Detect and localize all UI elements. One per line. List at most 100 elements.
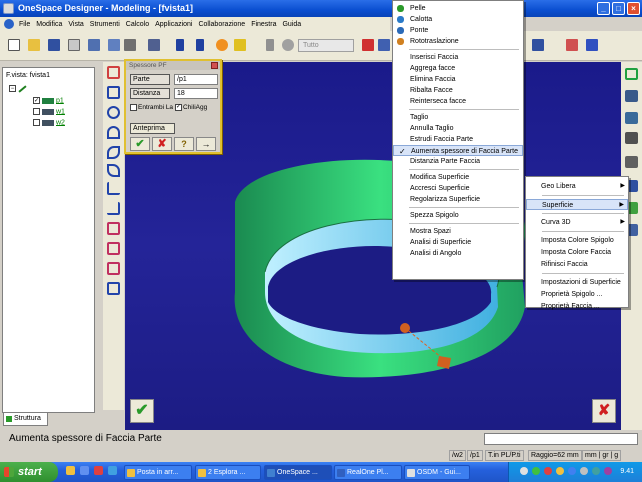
task-osdm[interactable]: OSDM - Gui...: [404, 465, 470, 480]
construction-icon[interactable]: [107, 202, 120, 215]
submenu-item-imposta-colore-faccia[interactable]: Imposta Colore Faccia: [526, 247, 628, 258]
document-icon[interactable]: [68, 39, 80, 51]
maximize-button[interactable]: □: [612, 2, 625, 15]
menu-item-reinterseca-facce[interactable]: Reinterseca facce: [393, 96, 523, 107]
menu-item-calotta[interactable]: Calotta: [393, 14, 523, 25]
help-icon[interactable]: [234, 39, 246, 51]
viewport-cancel-button[interactable]: ✘: [592, 399, 616, 423]
workplane-icon[interactable]: [625, 112, 638, 124]
menu-item-rototraslazione[interactable]: Rototraslazione: [393, 36, 523, 47]
trim-icon[interactable]: [107, 222, 120, 235]
paste-icon[interactable]: [108, 39, 120, 51]
assembly-icon[interactable]: [625, 132, 638, 144]
part-icon[interactable]: [625, 90, 638, 102]
tray-icon[interactable]: [520, 467, 528, 475]
circle-icon[interactable]: [107, 106, 120, 119]
dialog-ok-button[interactable]: ✔: [130, 137, 150, 151]
quicklaunch-icon[interactable]: [80, 466, 89, 475]
menu-item-modifica-superficie[interactable]: Modifica Superficie: [393, 172, 523, 183]
task-esplora[interactable]: 2 Esplora ...: [195, 465, 261, 480]
tray-icon[interactable]: [580, 467, 588, 475]
menu-item-analisi-di-angolo[interactable]: Analisi di Angolo: [393, 248, 523, 259]
cursor-tool-icon[interactable]: [148, 39, 160, 51]
tray-icon[interactable]: [568, 467, 576, 475]
quicklaunch-icon[interactable]: [66, 466, 75, 475]
distanza-button[interactable]: Distanza: [130, 88, 170, 99]
line-icon[interactable]: [566, 39, 578, 51]
submenu-item-superficie[interactable]: Superficie ▶: [526, 199, 628, 210]
select-icon[interactable]: [625, 68, 638, 80]
parte-button[interactable]: Parte: [130, 74, 170, 85]
menu-calcolo[interactable]: Calcolo: [123, 18, 152, 32]
menu-item-mostra-spazi[interactable]: Mostra Spazi: [393, 226, 523, 237]
view-icon[interactable]: [532, 39, 544, 51]
tray-icon[interactable]: [544, 467, 552, 475]
new-file-icon[interactable]: [8, 39, 20, 51]
measure-icon[interactable]: [362, 39, 374, 51]
start-handle[interactable]: [400, 323, 410, 333]
menu-applicazioni[interactable]: Applicazioni: [152, 18, 195, 32]
offset-icon[interactable]: [107, 282, 120, 295]
menu-item-pelle[interactable]: Pelle: [393, 3, 523, 14]
redo-icon[interactable]: [196, 39, 204, 51]
tree-item-p1[interactable]: ✓ p1: [33, 97, 64, 104]
menu-item-ribalta-facce[interactable]: Ribalta Facce: [393, 85, 523, 96]
submenu-item-impostazioni-di-superficie[interactable]: Impostazioni di Superficie: [526, 277, 628, 288]
arc-icon[interactable]: [107, 126, 120, 139]
menu-item-aumenta-spessore-di-faccia-parte[interactable]: ✓ Aumenta spessore di Faccia Parte: [393, 145, 523, 156]
tree-root-node[interactable]: −: [9, 84, 27, 93]
menu-file[interactable]: File: [16, 18, 33, 32]
anteprima-button[interactable]: Anteprima: [130, 123, 175, 134]
minimize-button[interactable]: _: [597, 2, 610, 15]
menu-item-elimina-faccia[interactable]: Elimina Faccia: [393, 74, 523, 85]
menu-item-estrudi-faccia-parte[interactable]: Estrudi Faccia Parte: [393, 134, 523, 145]
selection-filter-icon[interactable]: [282, 39, 294, 51]
spline-icon[interactable]: [107, 164, 120, 177]
axis-icon[interactable]: [378, 39, 390, 51]
dialog-help-button[interactable]: ?: [174, 137, 194, 151]
menu-vista[interactable]: Vista: [65, 18, 86, 32]
command-input[interactable]: [484, 433, 638, 445]
print-icon[interactable]: [124, 39, 136, 51]
select-arrow-icon[interactable]: [266, 39, 274, 51]
tray-icon[interactable]: [556, 467, 564, 475]
quicklaunch-icon[interactable]: [108, 466, 117, 475]
filter-combo[interactable]: Tutto: [298, 39, 354, 52]
start-button[interactable]: start: [0, 462, 58, 482]
tree-item-w2[interactable]: w2: [33, 119, 65, 126]
dialog-pin-button[interactable]: →: [196, 137, 216, 151]
quicklaunch-icon[interactable]: [94, 466, 103, 475]
submenu-item-rifinisci-faccia[interactable]: Rifinisci Faccia: [526, 259, 628, 270]
open-folder-icon[interactable]: [28, 39, 40, 51]
copy-icon[interactable]: [88, 39, 100, 51]
tray-icon[interactable]: [592, 467, 600, 475]
grid-icon[interactable]: [586, 39, 598, 51]
undo-icon[interactable]: [176, 39, 184, 51]
submenu-item-curva-3d[interactable]: Curva 3D ▶: [526, 217, 628, 228]
submenu-item-proprieta-spigolo[interactable]: Proprietà Spigolo ...: [526, 289, 628, 300]
task-realone[interactable]: RealOne Pl...: [334, 465, 402, 480]
dialog-cancel-button[interactable]: ✘: [152, 137, 172, 151]
tab-struttura[interactable]: Struttura: [3, 413, 48, 426]
menu-item-taglio[interactable]: Taglio: [393, 112, 523, 123]
visibility-checkbox[interactable]: [33, 108, 40, 115]
visibility-checkbox[interactable]: [33, 119, 40, 126]
dialog-close-icon[interactable]: [211, 62, 218, 69]
task-posta[interactable]: Posta in arr...: [124, 465, 192, 480]
menu-item-annulla-taglio[interactable]: Annulla Taglio: [393, 123, 523, 134]
menu-finestra[interactable]: Finestra: [248, 18, 279, 32]
menu-modifica[interactable]: Modifica: [33, 18, 65, 32]
submenu-item-proprieta-faccia[interactable]: Proprietà Faccia ...: [526, 301, 628, 312]
menu-item-aggrega-facce[interactable]: Aggrega facce: [393, 63, 523, 74]
menu-item-regolarizza-superficie[interactable]: Regolarizza Superficie: [393, 194, 523, 205]
menu-guida[interactable]: Guida: [279, 18, 304, 32]
line-icon[interactable]: [107, 182, 120, 195]
info-icon[interactable]: [216, 39, 228, 51]
menu-strumenti[interactable]: Strumenti: [87, 18, 123, 32]
split-icon[interactable]: [107, 242, 120, 255]
sketch-icon[interactable]: [107, 66, 120, 79]
menu-collaborazione[interactable]: Collaborazione: [195, 18, 248, 32]
submenu-item-imposta-colore-spigolo[interactable]: Imposta Colore Spigolo: [526, 235, 628, 246]
task-onespace[interactable]: OneSpace ...: [264, 465, 332, 480]
layer-icon[interactable]: [625, 156, 638, 168]
